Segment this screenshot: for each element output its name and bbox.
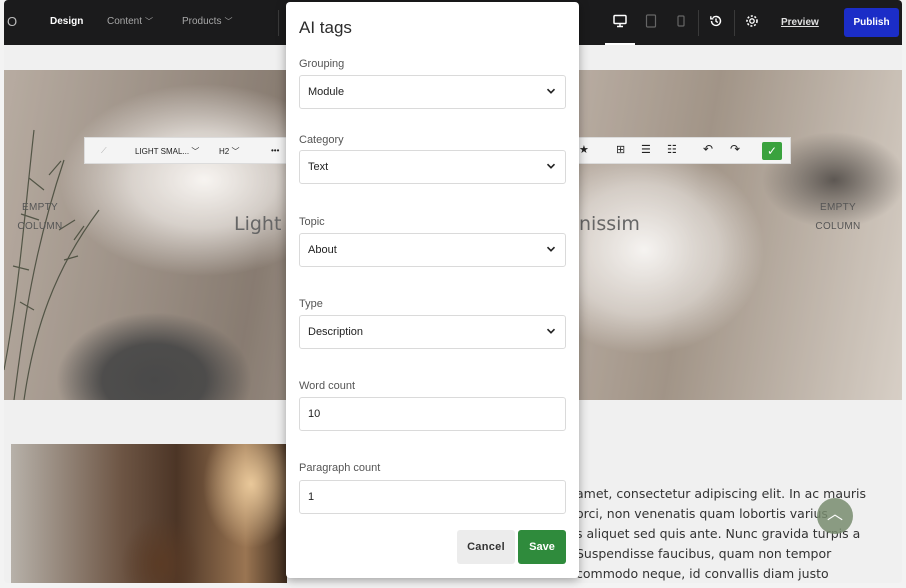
- heading-level-select[interactable]: H2 ﹀: [219, 146, 239, 157]
- topic-label: Topic: [299, 216, 325, 228]
- category-label: Category: [299, 134, 344, 146]
- chevron-down-icon: [546, 163, 556, 169]
- word-count-label: Word count: [299, 380, 356, 392]
- content-image: [11, 444, 287, 583]
- paragraph-count-label: Paragraph count: [299, 462, 381, 474]
- nav-content[interactable]: Content ﹀: [107, 16, 153, 27]
- table-icon[interactable]: ⊞: [616, 143, 625, 156]
- bullet-list-icon[interactable]: ☰: [641, 143, 651, 156]
- grouping-label: Grouping: [299, 58, 345, 70]
- logo: O: [7, 14, 18, 29]
- settings-gear-icon[interactable]: [745, 14, 759, 28]
- cancel-button[interactable]: Cancel: [457, 530, 515, 564]
- save-button[interactable]: Save: [518, 530, 566, 564]
- nav-design[interactable]: Design: [50, 16, 83, 27]
- word-count-input[interactable]: 10: [299, 397, 566, 431]
- undo-icon[interactable]: ↶: [703, 142, 713, 156]
- preview-link[interactable]: Preview: [781, 17, 819, 28]
- publish-button[interactable]: Publish: [844, 8, 899, 37]
- more-options[interactable]: •••: [271, 146, 279, 155]
- nav-products[interactable]: Products ﹀: [182, 16, 232, 27]
- type-label: Type: [299, 298, 323, 310]
- chevron-down-icon: [546, 328, 556, 334]
- topic-select[interactable]: About: [299, 233, 566, 267]
- empty-column-right[interactable]: EMPTY COLUMN: [808, 198, 868, 236]
- modal-title: AI tags: [299, 18, 352, 37]
- chevron-down-icon: [546, 88, 556, 94]
- divider: [734, 10, 735, 36]
- hero-heading-right[interactable]: nissim: [579, 213, 640, 235]
- divider: [278, 10, 279, 36]
- chevron-up-icon: ︿: [826, 506, 843, 523]
- mobile-icon[interactable]: [676, 14, 686, 28]
- paragraph-count-input[interactable]: 1: [299, 480, 566, 514]
- star-icon[interactable]: ★: [579, 143, 589, 156]
- chevron-down-icon: [546, 246, 556, 252]
- desktop-icon[interactable]: [613, 14, 627, 28]
- empty-column-left[interactable]: EMPTY COLUMN: [10, 198, 70, 236]
- magic-wand-icon[interactable]: ⟋: [101, 146, 107, 156]
- numbered-list-icon[interactable]: ☷: [667, 143, 677, 156]
- active-device-indicator: [605, 43, 635, 45]
- history-icon[interactable]: [709, 14, 723, 28]
- ai-tags-modal: AI tags Grouping Module Category Text To…: [286, 2, 579, 578]
- redo-icon[interactable]: ↷: [730, 142, 740, 156]
- tablet-icon[interactable]: [645, 14, 657, 28]
- chevron-down-icon: ﹀: [145, 17, 154, 26]
- scroll-top-button[interactable]: ︿: [817, 498, 853, 534]
- divider: [698, 10, 699, 36]
- category-select[interactable]: Text: [299, 150, 566, 184]
- chevron-down-icon: ﹀: [224, 17, 233, 26]
- text-style-select[interactable]: LIGHT SMAL... ﹀: [135, 146, 199, 157]
- confirm-check-icon[interactable]: ✓: [762, 142, 782, 160]
- grouping-select[interactable]: Module: [299, 75, 566, 109]
- type-select[interactable]: Description: [299, 315, 566, 349]
